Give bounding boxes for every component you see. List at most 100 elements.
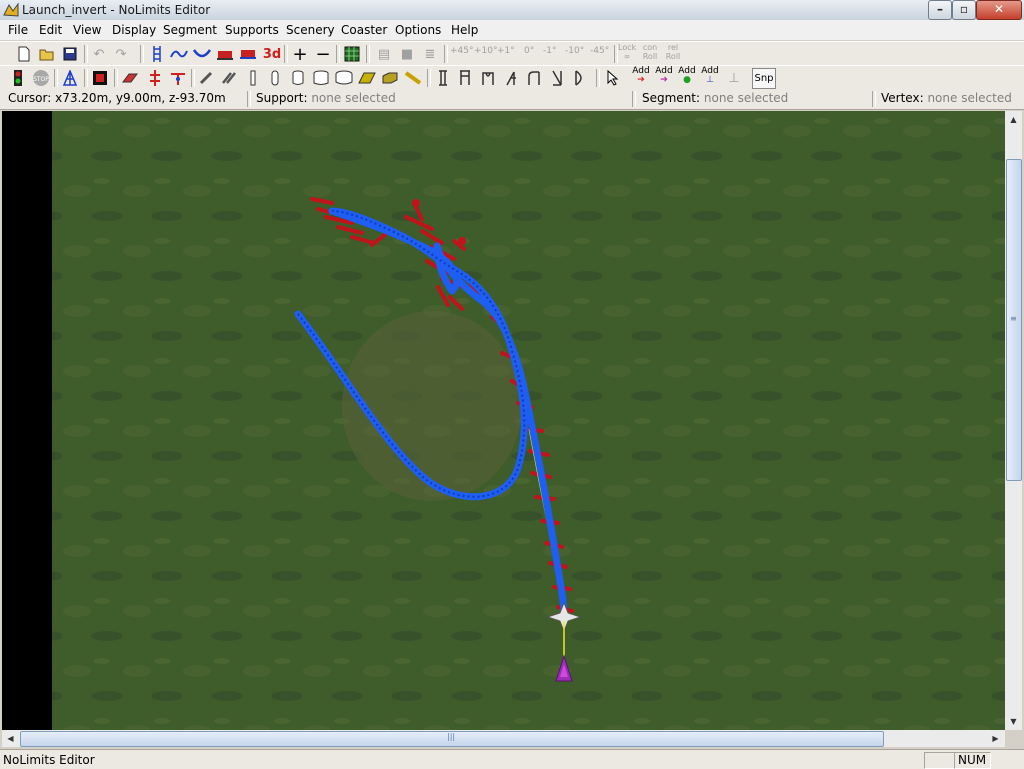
menu-scenery[interactable]: Scenery bbox=[286, 23, 335, 37]
scroll-right-icon[interactable]: ▶ bbox=[987, 730, 1004, 747]
menu-segment[interactable]: Segment bbox=[163, 23, 217, 37]
rod-icon[interactable] bbox=[403, 68, 423, 88]
angled-support-icon[interactable] bbox=[501, 68, 521, 88]
support-tower-icon[interactable] bbox=[60, 68, 80, 88]
menu-help[interactable]: Help bbox=[451, 23, 478, 37]
pillar-icon[interactable] bbox=[265, 68, 285, 88]
train-icon[interactable] bbox=[215, 44, 235, 64]
eraser-icon[interactable] bbox=[120, 68, 140, 88]
block-brake-icon[interactable] bbox=[90, 68, 110, 88]
window-title: Launch_invert - NoLimits Editor bbox=[22, 3, 211, 17]
add-red-vertex-button[interactable]: Add ➔ bbox=[630, 67, 652, 89]
menu-view[interactable]: View bbox=[73, 23, 101, 37]
plate-icon[interactable] bbox=[357, 68, 377, 88]
snap-toggle[interactable]: Snp bbox=[752, 68, 776, 89]
redo-icon[interactable]: ↷ bbox=[111, 44, 131, 64]
horizontal-scrollbar[interactable]: ◀ ||| ▶ bbox=[2, 730, 1005, 747]
select-cursor-icon[interactable] bbox=[603, 68, 623, 88]
open-folder-icon[interactable] bbox=[37, 44, 57, 64]
align-icon[interactable]: ≣ bbox=[420, 44, 440, 64]
wave-track-icon[interactable] bbox=[169, 44, 189, 64]
undo-icon[interactable]: ↶ bbox=[89, 44, 109, 64]
add-purple-vertex-button[interactable]: Add ➔ bbox=[653, 67, 675, 89]
menu-edit[interactable]: Edit bbox=[39, 23, 62, 37]
cylinder-large-icon[interactable] bbox=[334, 68, 354, 88]
menu-file[interactable]: File bbox=[8, 23, 28, 37]
minimize-button[interactable]: – bbox=[928, 0, 952, 20]
vertex-status: Vertex: none selected bbox=[881, 91, 1012, 105]
angle-minus10[interactable]: -10° bbox=[565, 46, 584, 56]
con-roll-button[interactable]: con Roll bbox=[640, 43, 660, 61]
add-support-button[interactable]: Add ⊥ bbox=[699, 67, 721, 89]
svg-text:STOP: STOP bbox=[33, 76, 49, 83]
stop-icon[interactable]: STOP bbox=[31, 68, 51, 88]
pillar-thin-icon[interactable] bbox=[243, 68, 263, 88]
maximize-button[interactable]: ▫ bbox=[952, 0, 976, 20]
box-icon[interactable]: ■ bbox=[397, 44, 417, 64]
menu-coaster[interactable]: Coaster bbox=[341, 23, 387, 37]
nolimits-app-icon bbox=[3, 2, 19, 17]
close-button[interactable]: ✕ bbox=[976, 0, 1022, 20]
editor-viewport[interactable] bbox=[2, 111, 1005, 730]
title-bar: Launch_invert - NoLimits Editor – ▫ ✕ bbox=[0, 0, 1024, 21]
rel-roll-button[interactable]: rel Roll bbox=[663, 43, 683, 61]
tools-toolbar: STOP Add ➔ Add ➔ Add ● Add ⊥ ⊥ Snp bbox=[0, 65, 1024, 91]
scroll-up-icon[interactable]: ▲ bbox=[1005, 111, 1022, 128]
train-blue-icon[interactable] bbox=[238, 44, 258, 64]
vertical-scrollbar[interactable]: ▲ ≡ ▼ bbox=[1005, 111, 1022, 730]
curved-frame-icon[interactable] bbox=[524, 68, 544, 88]
track-canvas[interactable] bbox=[2, 111, 1005, 730]
angle-plus10[interactable]: +10° bbox=[474, 46, 498, 56]
ground-anchor-icon[interactable]: ⊥ bbox=[724, 68, 744, 88]
beam-icon[interactable] bbox=[196, 68, 216, 88]
lock-button[interactable]: Lock ∞ bbox=[618, 43, 636, 61]
add-green-node-button[interactable]: Add ● bbox=[676, 67, 698, 89]
3d-view-button[interactable]: 3d bbox=[262, 44, 282, 64]
status-panel-empty bbox=[924, 752, 955, 769]
zoom-out-icon[interactable]: − bbox=[313, 44, 333, 65]
angle-zero[interactable]: 0° bbox=[524, 46, 534, 56]
angle-minus45[interactable]: -45° bbox=[590, 46, 609, 56]
scroll-down-icon[interactable]: ▼ bbox=[1005, 713, 1022, 730]
save-icon[interactable] bbox=[60, 44, 80, 64]
traffic-light-icon[interactable] bbox=[8, 68, 28, 88]
grid-terrain-icon[interactable] bbox=[342, 44, 362, 64]
info-bar: Cursor: x73.20m, y9.00m, z-93.70m Suppor… bbox=[0, 89, 1024, 110]
zoom-in-icon[interactable]: + bbox=[290, 44, 310, 65]
brace-icon[interactable] bbox=[547, 68, 567, 88]
num-lock-indicator: NUM bbox=[954, 752, 991, 769]
angle-plus45[interactable]: +45° bbox=[450, 46, 474, 56]
cylinder-small-icon[interactable] bbox=[288, 68, 308, 88]
new-file-icon[interactable] bbox=[14, 44, 34, 64]
terrain-hill bbox=[342, 311, 522, 501]
scroll-left-icon[interactable]: ◀ bbox=[2, 730, 19, 747]
viewport-left-border bbox=[2, 111, 52, 730]
footer-block-icon[interactable] bbox=[380, 68, 400, 88]
support-status: Support: none selected bbox=[256, 91, 396, 105]
cursor-readout: Cursor: x73.20m, y9.00m, z-93.70m bbox=[8, 91, 226, 105]
support-connector-icon[interactable] bbox=[168, 68, 188, 88]
status-bar: NoLimits Editor NUM bbox=[0, 749, 1024, 769]
support-red-icon[interactable] bbox=[145, 68, 165, 88]
vertical-scroll-thumb[interactable]: ≡ bbox=[1006, 159, 1022, 481]
menu-supports[interactable]: Supports bbox=[225, 23, 279, 37]
segment-status: Segment: none selected bbox=[642, 91, 789, 105]
frame-icon[interactable] bbox=[455, 68, 475, 88]
menu-bar: File Edit View Display Segment Supports … bbox=[0, 20, 1024, 40]
track-segment-icon[interactable] bbox=[147, 44, 167, 64]
main-toolbar: ↶ ↷ 3d + − ▤ ■ ≣ +45° +10° +1° 0° -1° -1… bbox=[0, 41, 1024, 67]
angle-minus1[interactable]: -1° bbox=[543, 46, 556, 56]
double-beam-icon[interactable] bbox=[219, 68, 239, 88]
cursor-value: x73.20m, y9.00m, z-93.70m bbox=[55, 91, 226, 105]
dip-track-icon[interactable] bbox=[192, 44, 212, 64]
status-text: NoLimits Editor bbox=[3, 753, 95, 767]
arch-frame-icon[interactable] bbox=[478, 68, 498, 88]
window-view-icon[interactable]: ▤ bbox=[374, 44, 394, 64]
menu-display[interactable]: Display bbox=[112, 23, 156, 37]
horizontal-scroll-thumb[interactable]: ||| bbox=[20, 731, 884, 747]
angle-plus1[interactable]: +1° bbox=[497, 46, 515, 56]
menu-options[interactable]: Options bbox=[395, 23, 441, 37]
loop-support-icon[interactable] bbox=[570, 68, 590, 88]
pole-icon[interactable] bbox=[433, 68, 453, 88]
cylinder-medium-icon[interactable] bbox=[311, 68, 331, 88]
